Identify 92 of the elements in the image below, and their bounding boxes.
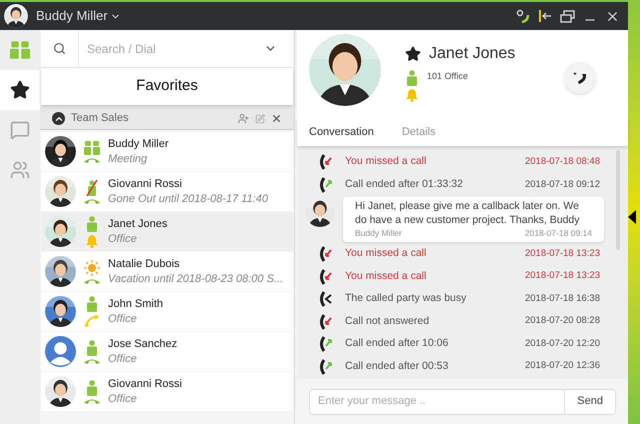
collapse-button[interactable] (52, 112, 65, 125)
handset-icon (84, 358, 100, 364)
person-crossed-icon (86, 180, 98, 196)
message-time: 2018-07-18 09:14 (524, 227, 592, 240)
call-arrow-icon (318, 176, 332, 193)
group-name: Team Sales (71, 111, 130, 126)
contact-status: Gone Out until 2018-08-17 11:40 (108, 192, 268, 206)
log-time: 2018-07-18 13:23 (524, 269, 601, 284)
chat-icon (10, 120, 30, 140)
log-text: Call ended after 10:06 (345, 336, 450, 352)
send-button[interactable]: Send (565, 388, 616, 414)
log-time: 2018-07-20 08:28 (524, 314, 601, 328)
contact-name: Janet Jones (108, 216, 168, 232)
windows-icon[interactable] (560, 10, 575, 22)
contact-status: Vacation until 2018-08-23 08:00 S... (108, 272, 284, 286)
add-user-icon[interactable] (238, 113, 249, 124)
search-field[interactable]: Search / Dial (78, 30, 248, 67)
star-icon (10, 80, 30, 100)
handset-icon (84, 398, 100, 404)
contact-name: Natalie Dubois (108, 256, 181, 272)
contact-row[interactable]: Giovanni Rossi Gone Out until 2018-08-17 11:40 (41, 172, 293, 211)
person-icon (87, 296, 97, 312)
extension-label: 101 Office (427, 70, 468, 83)
handset-icon (84, 278, 100, 284)
tab[interactable]: Conversation (309, 124, 374, 140)
log-text: You missed a call (345, 268, 428, 284)
contact-row[interactable]: Natalie Dubois Vacation until 2018-08-23 08:00 S... (41, 252, 293, 291)
contact-row[interactable]: Giovanni Rossi Office (41, 372, 293, 411)
log-text: You missed a call (345, 154, 428, 170)
call-arrow-icon (318, 154, 332, 170)
search-icon (53, 42, 66, 55)
list-title: Favorites (136, 76, 198, 96)
remove-icon[interactable] (271, 113, 282, 124)
group-header[interactable]: Team Sales (40, 108, 294, 130)
contact-row[interactable]: Buddy Miller Meeting (41, 132, 293, 171)
users-icon (10, 160, 30, 180)
contact-row[interactable]: Janet Jones Office (41, 212, 293, 251)
contact-row[interactable]: John Smith Office (41, 292, 293, 331)
person-icon (87, 380, 97, 396)
contact-name: John Smith (108, 296, 164, 312)
contact-name: Giovanni Rossi (108, 176, 183, 192)
log-time: 2018-07-18 08:48 (524, 155, 601, 170)
bell-icon (405, 88, 419, 102)
call-arrow-icon (318, 358, 332, 374)
log-time: 2018-07-18 16:38 (524, 292, 601, 306)
call-arrow-icon (318, 268, 332, 284)
bell-icon (85, 234, 99, 248)
contact-status: Office (108, 232, 138, 246)
star-phone-icon (572, 71, 588, 85)
people-icon (10, 40, 30, 60)
handset-icon (84, 314, 100, 328)
handset-icon (84, 156, 100, 162)
log-text: The called party was busy (345, 291, 468, 306)
message-field[interactable]: Enter your message .. (309, 388, 566, 414)
contact-status: Office (108, 352, 138, 366)
log-time: 2018-07-20 12:36 (524, 359, 601, 374)
log-text: Call ended after 01:33:32 (345, 176, 464, 192)
favorite-call-button[interactable] (564, 62, 596, 94)
avatar-icon (45, 336, 76, 367)
log-time: 2018-07-18 13:23 (524, 246, 601, 261)
call-arrow-icon (318, 246, 332, 262)
log-text: Call ended after 00:53 (345, 358, 450, 374)
favorite-star-icon[interactable] (405, 46, 421, 62)
log-time: 2018-07-20 12:20 (524, 336, 601, 351)
log-text: Call not answered (345, 314, 430, 329)
log-time: 2018-07-18 09:12 (524, 178, 601, 192)
log-text: You missed a call (345, 246, 428, 262)
contact-row[interactable]: Jose Sanchez Office (41, 332, 293, 371)
user-menu[interactable]: Buddy Miller (36, 6, 121, 26)
contact-status: Office (108, 392, 138, 406)
sun-icon (84, 260, 100, 276)
arrow-left-icon[interactable] (628, 210, 636, 224)
nav-tab[interactable] (0, 70, 40, 110)
dock-icon[interactable] (538, 9, 552, 23)
contact-name: Jose Sanchez (108, 336, 178, 352)
contact-status: Meeting (108, 152, 148, 166)
person-icon (407, 70, 417, 86)
contact-status: Office (108, 312, 138, 326)
handset-icon (84, 198, 100, 204)
contact-name: Buddy Miller (108, 136, 169, 152)
message-author: Buddy Miller (355, 227, 402, 240)
call-arrow-icon (318, 314, 332, 330)
person-icon (87, 216, 97, 232)
busy-call-icon (318, 291, 332, 307)
person-icon (87, 340, 97, 356)
contact-name: Giovanni Rossi (108, 376, 182, 392)
call-arrow-icon (318, 336, 332, 352)
people-icon (84, 140, 100, 154)
contact-title: Janet Jones (429, 44, 516, 64)
message-text: Hi Janet, please give me a callback later on. We do have a new customer project. Thanks, Buddy (355, 199, 581, 227)
search-bar[interactable]: Search / Dial (41, 30, 293, 68)
call-settings-icon[interactable] (516, 9, 530, 23)
